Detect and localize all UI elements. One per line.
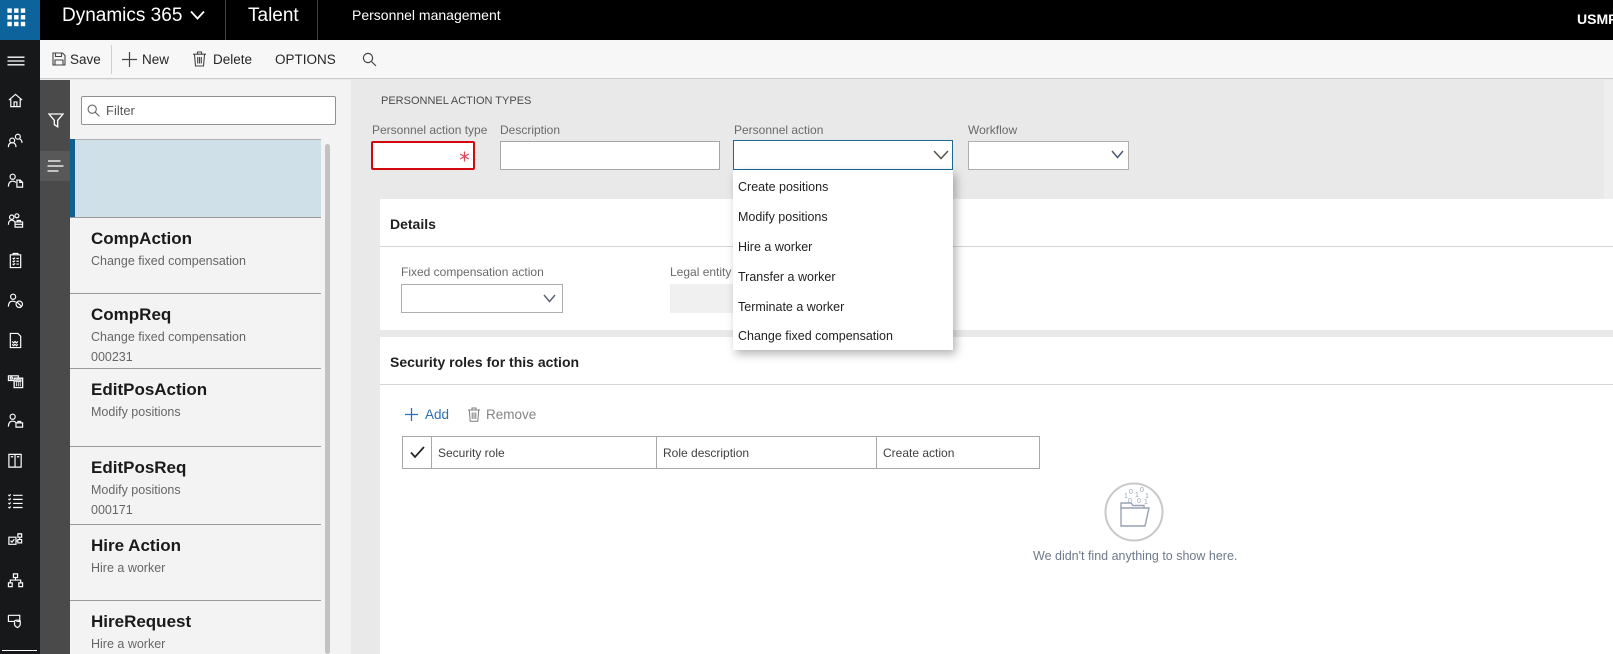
svg-text:0: 0 [1140,487,1144,494]
svg-text:0: 0 [1129,489,1133,496]
svg-text:1: 1 [1144,499,1148,506]
svg-text:0: 0 [1128,498,1132,505]
svg-text:0: 0 [1137,498,1141,505]
